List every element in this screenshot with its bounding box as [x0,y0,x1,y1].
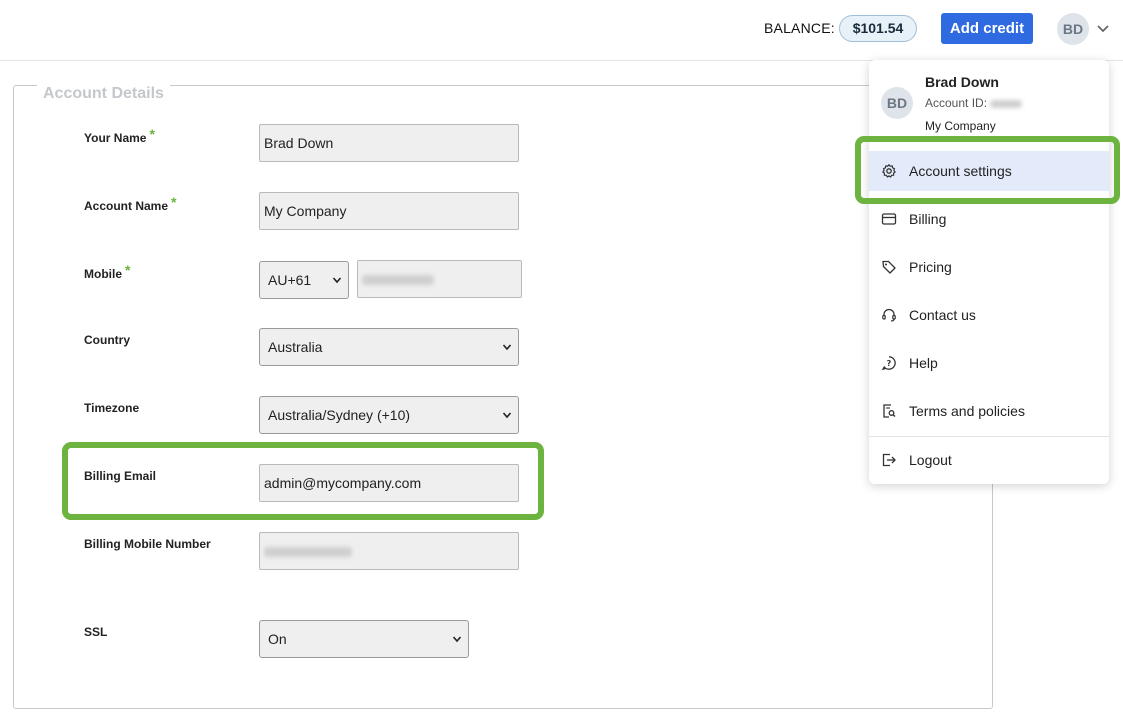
logout-icon [882,453,896,467]
billing-mobile-label: Billing Mobile Number [84,537,211,551]
chevron-down-icon [502,344,512,351]
add-credit-button[interactable]: Add credit [941,13,1033,44]
balance-label: BALANCE: [764,20,835,36]
menu-item-billing[interactable]: Billing [869,199,1109,239]
avatar: BD [881,87,913,119]
menu-account-id: Account ID: [925,96,1023,110]
account-name-label: Account Name * [84,194,177,213]
menu-item-help[interactable]: ? Help [869,343,1109,383]
svg-text:?: ? [887,359,892,368]
mobile-country-code-select[interactable]: AU+61 [259,261,349,299]
ssl-select[interactable]: On [259,620,469,658]
menu-user-name: Brad Down [925,74,999,90]
mobile-number-input[interactable] [357,260,522,298]
document-search-icon [883,404,896,418]
menu-item-pricing[interactable]: Pricing [869,247,1109,287]
account-settings-highlight [855,136,1120,204]
your-name-input[interactable]: Brad Down [259,124,519,162]
avatar[interactable]: BD [1057,13,1089,45]
timezone-label: Timezone [84,401,140,415]
your-name-label: Your Name * [84,126,155,145]
menu-item-contact-us[interactable]: Contact us [869,295,1109,335]
credit-card-icon [881,213,897,225]
menu-item-terms-and-policies[interactable]: Terms and policies [869,391,1109,431]
account-name-input[interactable]: My Company [259,192,519,230]
menu-divider [869,436,1109,437]
chevron-down-icon [452,636,462,643]
timezone-select[interactable]: Australia/Sydney (+10) [259,396,519,434]
help-icon: ? [881,356,896,371]
billing-mobile-input[interactable] [259,532,519,570]
chevron-down-icon [332,277,342,284]
account-details-legend: Account Details [37,85,170,103]
chevron-down-icon[interactable] [1095,20,1111,36]
menu-item-logout[interactable]: Logout [869,440,1109,480]
menu-company: My Company [925,119,996,133]
balance-badge: $101.54 [839,15,917,42]
country-label: Country [84,333,130,347]
chevron-down-icon [502,412,512,419]
ssl-label: SSL [84,625,108,639]
country-select[interactable]: Australia [259,328,519,366]
headset-icon [882,308,896,322]
top-bar: BALANCE: $101.54 Add credit BD [0,0,1123,61]
billing-email-highlight [62,442,544,520]
tag-icon [882,260,896,274]
mobile-label: Mobile * [84,262,131,281]
